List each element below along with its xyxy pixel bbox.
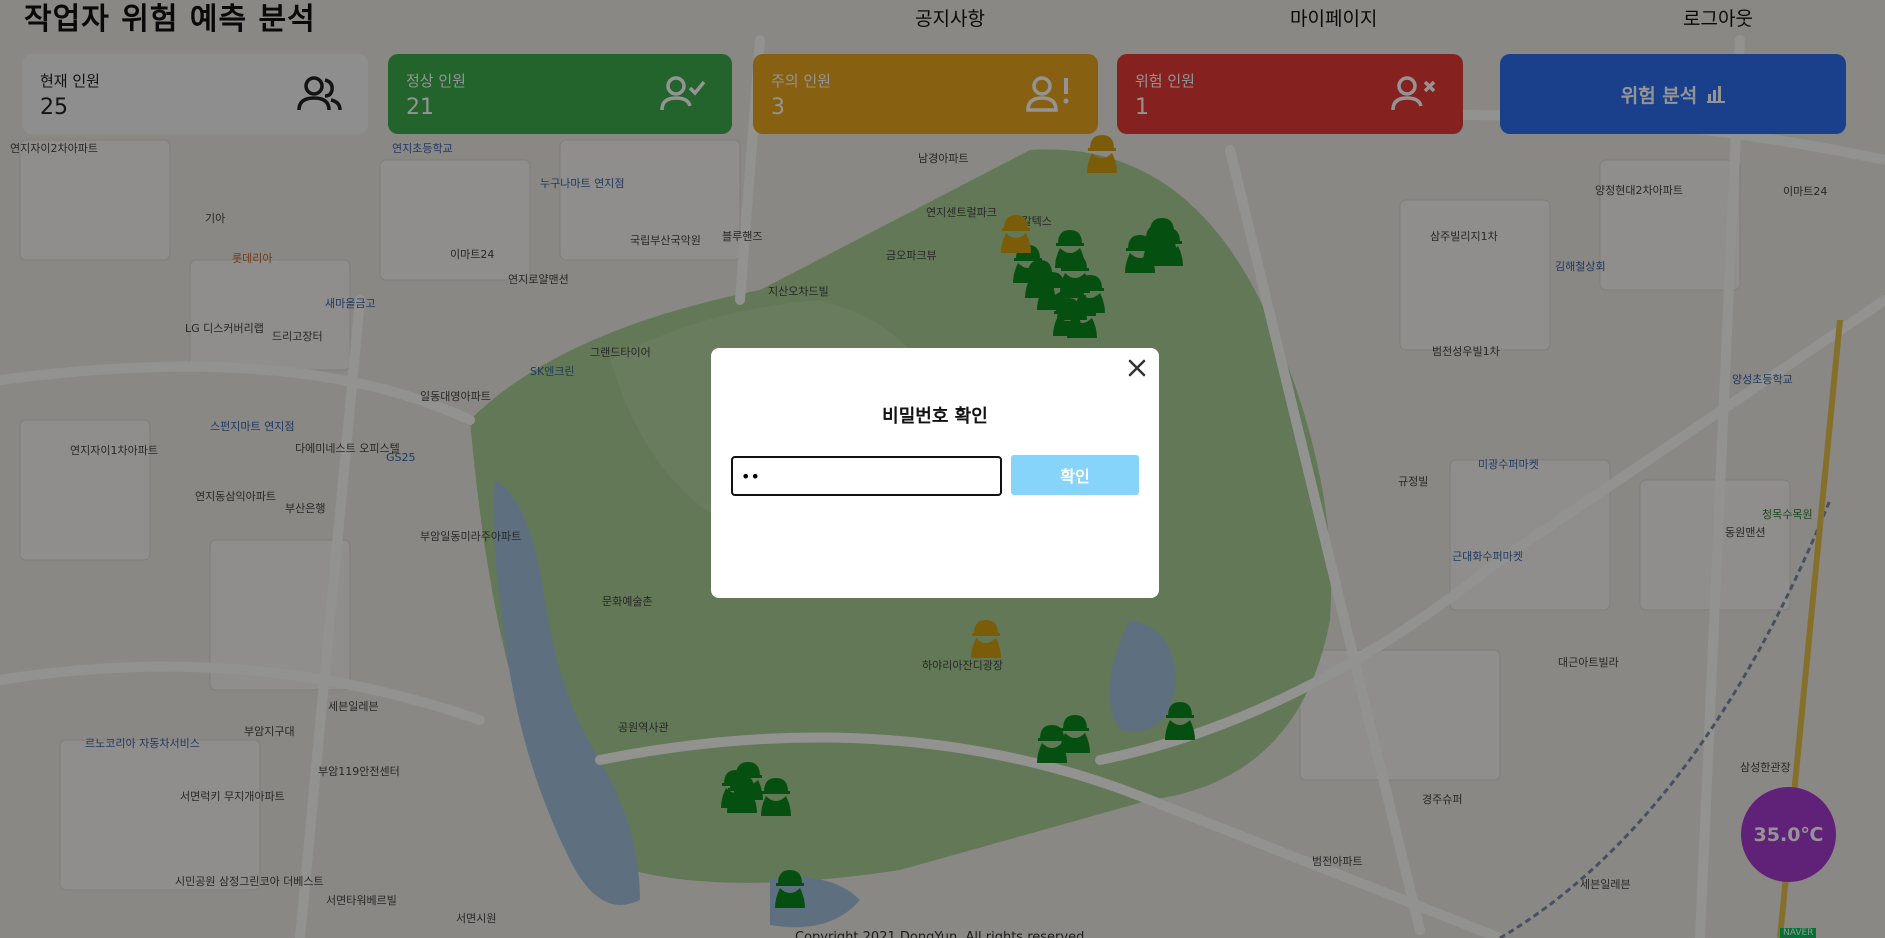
close-icon[interactable] <box>1125 356 1149 380</box>
confirm-button[interactable]: 확인 <box>1011 455 1139 495</box>
dialog-title: 비밀번호 확인 <box>882 406 988 427</box>
password-confirm-dialog: 비밀번호 확인 확인 <box>711 348 1159 598</box>
password-input[interactable] <box>731 456 1002 496</box>
